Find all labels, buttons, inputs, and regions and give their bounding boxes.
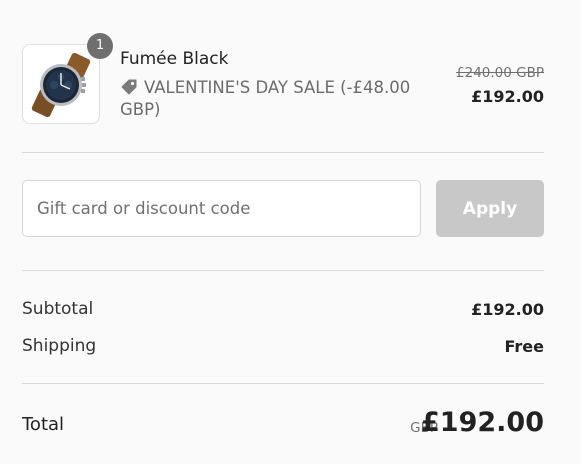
product-thumbnail bbox=[22, 44, 100, 124]
price-tag-icon bbox=[121, 79, 137, 95]
original-price: £240.00 GBP bbox=[456, 65, 544, 81]
discount-text: VALENTINE'S DAY SALE (-£48.00 GBP) bbox=[120, 78, 411, 119]
sale-price: £192.00 bbox=[471, 87, 544, 106]
total-amount: £192.00 bbox=[421, 407, 544, 438]
divider bbox=[22, 270, 544, 271]
quantity-badge: 1 bbox=[87, 33, 113, 59]
watch-image bbox=[31, 53, 91, 117]
divider bbox=[22, 383, 544, 384]
shipping-label: Shipping bbox=[22, 336, 97, 356]
shipping-value: Free bbox=[504, 337, 545, 356]
discount-line: VALENTINE'S DAY SALE (-£48.00 GBP) bbox=[120, 77, 420, 121]
total-label: Total bbox=[22, 414, 65, 435]
product-name: Fumée Black bbox=[120, 49, 229, 69]
subtotal-label: Subtotal bbox=[22, 299, 94, 319]
apply-button[interactable]: Apply bbox=[436, 180, 544, 237]
subtotal-value: £192.00 bbox=[471, 300, 544, 319]
divider bbox=[22, 152, 544, 153]
discount-code-input[interactable] bbox=[22, 180, 421, 237]
